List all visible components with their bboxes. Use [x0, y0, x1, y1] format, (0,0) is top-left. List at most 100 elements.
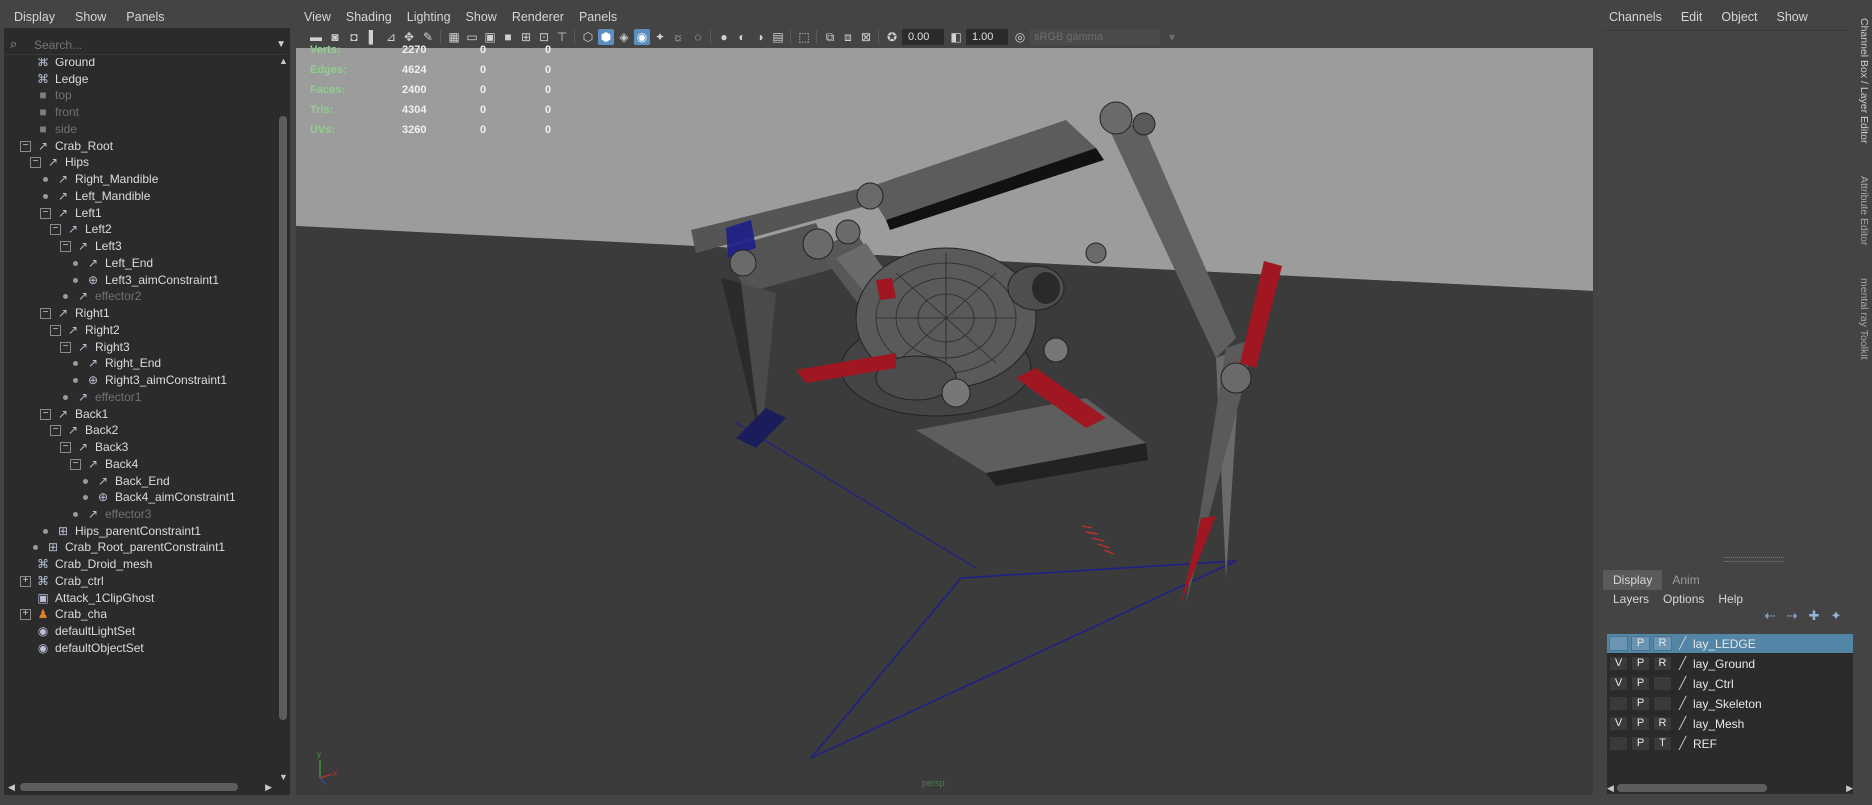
new-layer-icon[interactable]: ✚ — [1803, 608, 1825, 624]
collapse-icon[interactable]: − — [50, 324, 61, 336]
gamma-field[interactable]: 1.00 — [966, 29, 1008, 45]
expand-icon[interactable]: + — [20, 575, 31, 587]
viewport-menu-shading[interactable]: Shading — [338, 10, 399, 24]
xray-joints-icon[interactable]: ⧉ — [822, 29, 838, 45]
viewport-menu-lighting[interactable]: Lighting — [399, 10, 458, 24]
collapse-icon[interactable]: − — [40, 308, 51, 320]
outliner-horizontal-scrollbar[interactable]: ◀ ▶ — [8, 781, 272, 793]
resolution-gate-icon[interactable]: ▣ — [482, 29, 498, 45]
viewport-menu-view[interactable]: View — [296, 10, 338, 24]
layer-display-type-toggle[interactable]: R — [1653, 636, 1672, 651]
layer-color-swatch-icon[interactable]: ╱ — [1679, 716, 1692, 731]
layer-color-swatch-icon[interactable]: ╱ — [1679, 676, 1692, 691]
layer-visibility-toggle[interactable] — [1609, 736, 1628, 751]
scrollbar-thumb[interactable] — [1617, 784, 1767, 792]
channels-menu-show[interactable]: Show — [1767, 10, 1817, 24]
channels-menu-edit[interactable]: Edit — [1671, 10, 1712, 24]
move-layer-up-icon[interactable]: ⇠ — [1759, 608, 1781, 624]
depth-of-field-icon[interactable]: ◑ — [752, 29, 768, 45]
film-gate-icon[interactable]: ▭ — [464, 29, 480, 45]
tab-channel-box-layer-editor[interactable]: Channel Box / Layer Editor — [1858, 18, 1870, 144]
layer-display-type-toggle[interactable]: T — [1653, 736, 1672, 751]
collapse-icon[interactable]: − — [60, 341, 71, 353]
layer-menu-help[interactable]: Help — [1710, 590, 1749, 608]
layer-playback-toggle[interactable]: P — [1631, 636, 1650, 651]
display-layer-row[interactable]: P T ╱ REF — [1607, 734, 1853, 754]
display-layer-row[interactable]: V P R ╱ lay_Mesh — [1607, 714, 1853, 734]
display-layer-row[interactable]: V P R ╱ lay_Ground — [1607, 654, 1853, 674]
safe-action-icon[interactable]: ⊡ — [536, 29, 552, 45]
collapse-icon[interactable]: − — [20, 140, 31, 152]
scroll-down-icon[interactable]: ▼ — [279, 772, 288, 782]
layer-display-type-toggle[interactable] — [1653, 676, 1672, 691]
layer-color-swatch-icon[interactable]: ╱ — [1679, 696, 1692, 711]
outliner-menu-panels[interactable]: Panels — [116, 10, 174, 24]
layer-playback-toggle[interactable]: P — [1631, 736, 1650, 751]
outliner-search-input[interactable] — [34, 37, 254, 53]
layer-menu-options[interactable]: Options — [1655, 590, 1710, 608]
viewport-menu-panels[interactable]: Panels — [571, 10, 624, 24]
2d-pan-zoom-icon[interactable]: ✥ — [401, 29, 417, 45]
textured-icon[interactable]: ◉ — [634, 29, 650, 45]
collapse-icon[interactable]: − — [60, 442, 71, 454]
outliner-node[interactable]: ◉ defaultObjectSet — [34, 638, 144, 658]
field-chart-icon[interactable]: ⊞ — [518, 29, 534, 45]
new-layer-from-selection-icon[interactable]: ✦ — [1825, 608, 1847, 624]
layer-visibility-toggle[interactable] — [1609, 696, 1628, 711]
select-camera-icon[interactable]: ▬ — [308, 29, 324, 45]
scrollbar-thumb[interactable] — [279, 116, 287, 720]
collapse-icon[interactable]: − — [70, 458, 81, 470]
collapse-icon[interactable]: − — [50, 425, 61, 437]
safe-title-icon[interactable]: ⊤ — [554, 29, 570, 45]
channels-menu-object[interactable]: Object — [1711, 10, 1766, 24]
tab-display[interactable]: Display — [1603, 570, 1663, 590]
camera-attributes-icon[interactable]: ◙ — [327, 29, 343, 45]
layer-color-swatch-icon[interactable]: ╱ — [1679, 636, 1692, 651]
xray-active-components-icon[interactable]: ⧈ — [840, 29, 856, 45]
viewport-menu-renderer[interactable]: Renderer — [504, 10, 571, 24]
motion-blur-icon[interactable]: ● — [716, 29, 732, 45]
channels-menu-channels[interactable]: Channels — [1599, 10, 1671, 24]
backface-culling-icon[interactable]: ⊠ — [858, 29, 874, 45]
display-layer-row[interactable]: P R ╱ lay_LEDGE — [1607, 634, 1853, 654]
collapse-icon[interactable]: − — [40, 207, 51, 219]
expand-icon[interactable]: + — [20, 609, 31, 621]
gamma-icon[interactable]: ◧ — [948, 29, 964, 45]
scroll-left-icon[interactable]: ◀ — [1607, 783, 1614, 794]
image-plane-icon[interactable]: ⊿ — [383, 29, 399, 45]
tab-mental-ray-toolkit[interactable]: mental ray Toolkit — [1858, 278, 1870, 360]
grid-icon[interactable]: ▦ — [446, 29, 462, 45]
tab-attribute-editor[interactable]: Attribute Editor — [1858, 176, 1870, 245]
collapse-icon[interactable]: − — [30, 157, 41, 169]
layer-playback-toggle[interactable]: P — [1631, 696, 1650, 711]
chevron-down-icon[interactable]: ▾ — [1164, 29, 1180, 45]
bookmark-icon[interactable]: ▌ — [365, 29, 381, 45]
tab-anim[interactable]: Anim — [1662, 570, 1709, 590]
layer-playback-toggle[interactable]: P — [1631, 676, 1650, 691]
scroll-right-icon[interactable]: ▶ — [1846, 783, 1853, 794]
scrollbar-thumb[interactable] — [20, 783, 238, 791]
wireframe-on-shaded-icon[interactable]: ◈ — [616, 29, 632, 45]
search-dropdown-icon[interactable]: ▼ — [276, 39, 286, 50]
layer-horizontal-scrollbar[interactable]: ◀ ▶ — [1607, 782, 1853, 794]
outliner-menu-display[interactable]: Display — [4, 10, 65, 24]
screen-space-ao-icon[interactable]: ◌ — [690, 29, 706, 45]
collapse-icon[interactable]: − — [40, 408, 51, 420]
collapse-icon[interactable]: − — [50, 224, 61, 236]
color-space-dropdown[interactable]: sRGB gamma — [1030, 29, 1160, 45]
panel-resize-handle[interactable] — [1724, 557, 1784, 562]
viewport-scene[interactable]: y x — [296, 48, 1593, 795]
viewport-menu-show[interactable]: Show — [458, 10, 504, 24]
view-transform-icon[interactable]: ◎ — [1012, 29, 1028, 45]
layer-playback-toggle[interactable]: P — [1631, 716, 1650, 731]
display-layer-row[interactable]: V P ╱ lay_Ctrl — [1607, 674, 1853, 694]
outliner-vertical-scrollbar[interactable]: ▲ ▼ — [278, 56, 288, 782]
layer-color-swatch-icon[interactable]: ╱ — [1679, 736, 1692, 751]
grease-pencil-icon[interactable]: ✎ — [420, 29, 436, 45]
layer-visibility-toggle[interactable]: V — [1609, 656, 1628, 671]
layer-playback-toggle[interactable]: P — [1631, 656, 1650, 671]
scroll-right-icon[interactable]: ▶ — [265, 782, 272, 793]
scroll-left-icon[interactable]: ◀ — [8, 782, 15, 793]
exposure-field[interactable]: 0.00 — [902, 29, 944, 45]
use-all-lights-icon[interactable]: ✦ — [652, 29, 668, 45]
